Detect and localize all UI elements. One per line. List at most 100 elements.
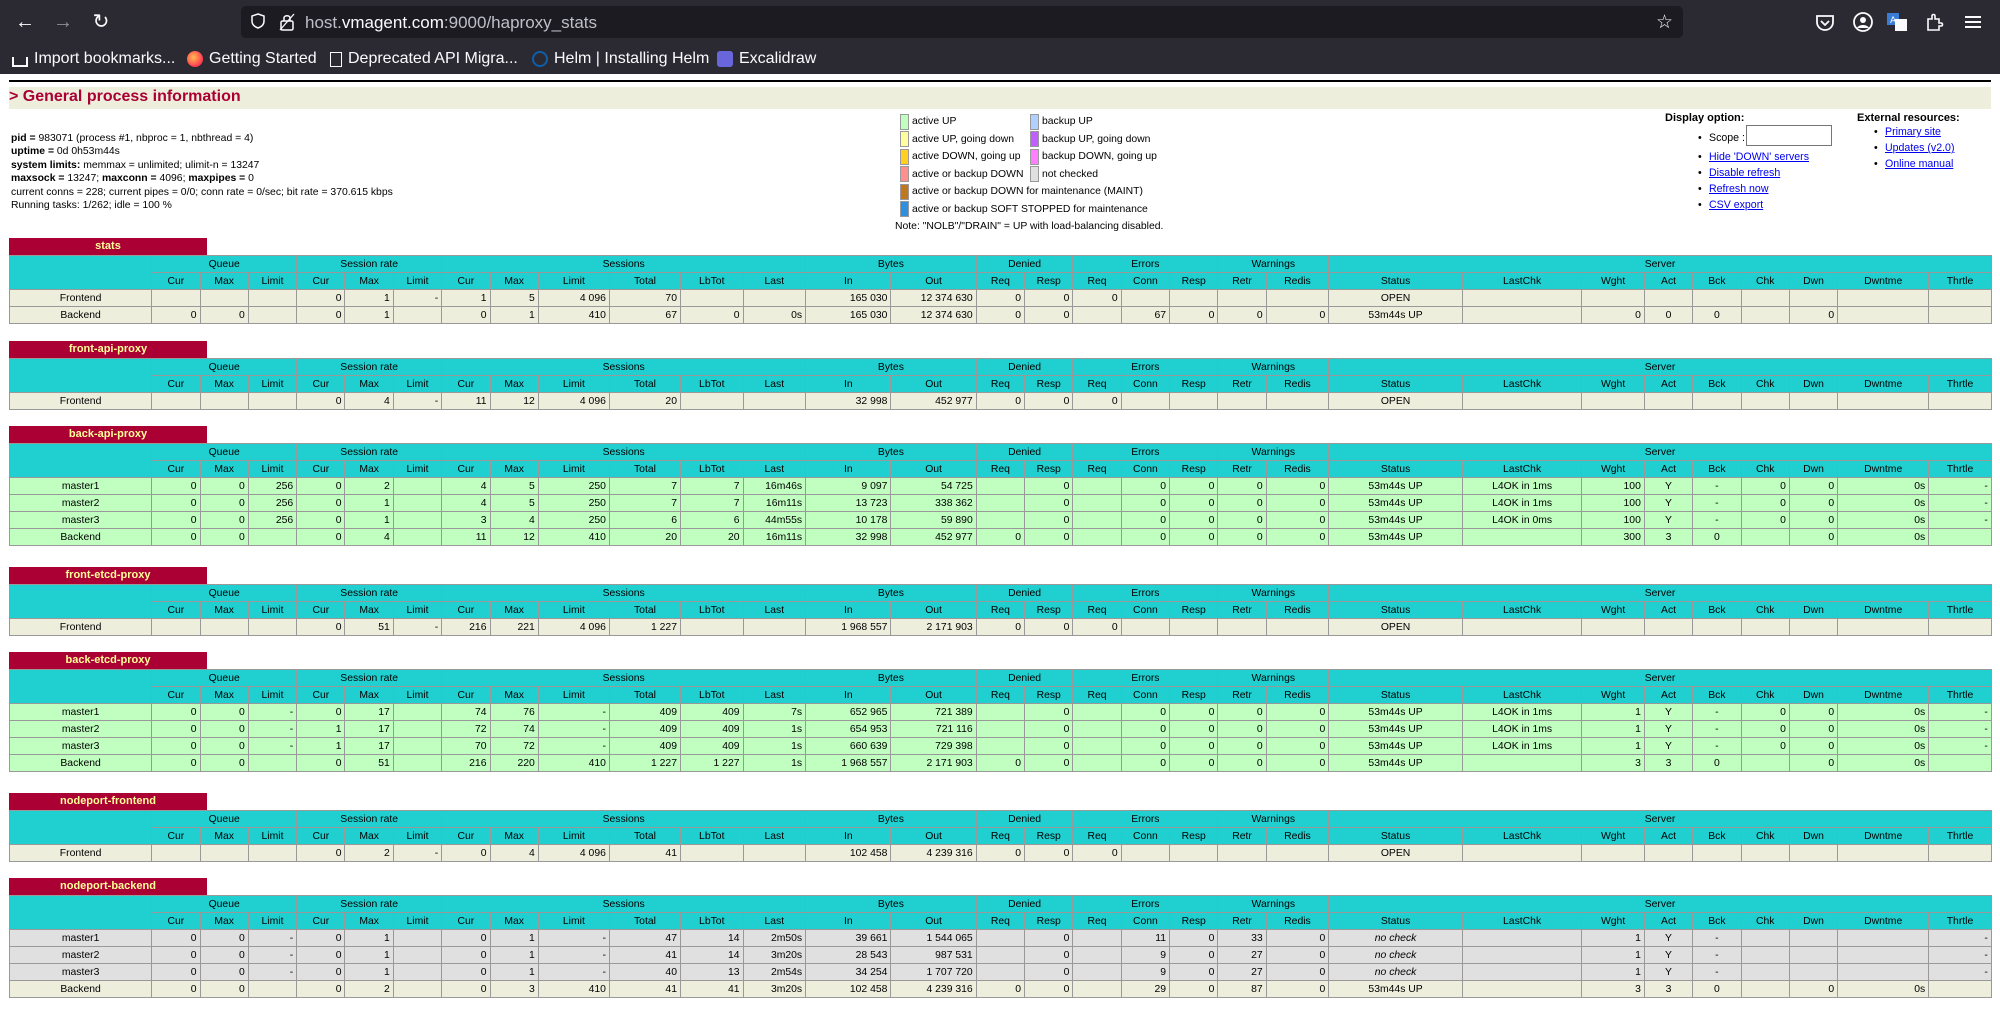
table-cell bbox=[392, 980, 443, 998]
table-cell: 0 bbox=[1643, 306, 1694, 324]
column-header: In bbox=[805, 912, 892, 930]
table-cell: 250 bbox=[537, 477, 610, 495]
menu-icon[interactable] bbox=[1960, 9, 1986, 35]
table-cell bbox=[1072, 963, 1122, 981]
table-cell: 0 bbox=[1169, 754, 1219, 772]
column-header: Req bbox=[975, 601, 1026, 619]
table-cell bbox=[392, 720, 443, 738]
column-header: Limit bbox=[247, 375, 298, 393]
table-cell bbox=[975, 929, 1026, 947]
back-arrow-icon[interactable]: ← bbox=[10, 8, 40, 36]
legend-item: active DOWN, going up bbox=[900, 148, 1021, 166]
table-cell bbox=[1461, 528, 1583, 546]
external-link[interactable]: Primary site bbox=[1873, 124, 1960, 140]
table-cell: 53m44s UP bbox=[1328, 477, 1463, 495]
external-link[interactable]: Updates (v2.0) bbox=[1873, 140, 1960, 156]
account-icon[interactable] bbox=[1850, 9, 1876, 35]
table-cell: 0 bbox=[975, 980, 1026, 998]
table-cell: 53m44s UP bbox=[1328, 494, 1463, 512]
table-cell: 410 bbox=[537, 528, 610, 546]
table-cell: 0 bbox=[151, 511, 201, 529]
pocket-icon[interactable] bbox=[1812, 9, 1838, 35]
table-cell: - bbox=[1692, 494, 1742, 512]
table-cell: 0 bbox=[1169, 980, 1219, 998]
shield-icon[interactable] bbox=[251, 13, 265, 29]
insecure-lock-icon[interactable] bbox=[279, 13, 295, 31]
column-header: Conn bbox=[1120, 686, 1171, 704]
display-link[interactable]: CSV export bbox=[1697, 197, 1809, 213]
group-header: Session rate bbox=[296, 895, 443, 913]
table-row: master3 0 0-0 1 0 1-40 13 2m54s 34 254 1 707 720 0… bbox=[8, 963, 1992, 981]
external-link[interactable]: Online manual bbox=[1873, 156, 1960, 172]
table-cell bbox=[392, 754, 443, 772]
column-header: Limit bbox=[537, 912, 610, 930]
bookmark-import[interactable]: Import bookmarks... bbox=[12, 48, 175, 70]
row-name: Backend bbox=[8, 980, 153, 998]
table-cell bbox=[975, 494, 1026, 512]
table-cell: 0 bbox=[1740, 737, 1790, 755]
table-cell bbox=[1461, 929, 1583, 947]
bookmark-excalidraw[interactable]: Excalidraw bbox=[717, 48, 816, 70]
table-cell: 11 bbox=[441, 392, 491, 410]
bookmark-getting-started[interactable]: Getting Started bbox=[187, 48, 317, 70]
group-header: Sessions bbox=[441, 669, 807, 687]
translate-icon[interactable]: A bbox=[1884, 9, 1910, 35]
table-cell bbox=[1643, 844, 1694, 862]
table-cell bbox=[1740, 929, 1790, 947]
limits-line: system limits: memmax = unlimited; ulimi… bbox=[11, 159, 260, 171]
table-cell bbox=[1788, 929, 1839, 947]
display-link[interactable]: Disable refresh bbox=[1697, 165, 1809, 181]
table-row: master2 0 0-1 17 72 74-409 409 1s 654 953 721 116… bbox=[8, 720, 1992, 738]
table-cell: 1 bbox=[344, 494, 394, 512]
display-link[interactable]: Hide 'DOWN' servers bbox=[1697, 149, 1809, 165]
proxy-table: Queue Session rate Sessions Bytes Denied Erro… bbox=[8, 255, 1992, 324]
table-cell: 0 bbox=[151, 929, 201, 947]
column-header: Redis bbox=[1265, 460, 1330, 478]
table-cell: 410 bbox=[537, 980, 610, 998]
column-header: Conn bbox=[1120, 460, 1171, 478]
forward-arrow-icon[interactable]: → bbox=[48, 8, 78, 36]
firefox-icon bbox=[187, 51, 203, 67]
table-cell: 0 bbox=[1217, 477, 1267, 495]
group-header: Warnings bbox=[1217, 443, 1330, 461]
column-header: Act bbox=[1643, 375, 1694, 393]
table-cell: 1 bbox=[489, 929, 539, 947]
bookmark-deprecated-api[interactable]: Deprecated API Migra... bbox=[330, 48, 518, 70]
table-cell: L4OK in 0ms bbox=[1461, 511, 1583, 529]
table-cell bbox=[1265, 392, 1330, 410]
url-text[interactable]: host.vmagent.com:9000/haproxy_stats bbox=[305, 13, 597, 33]
table-cell bbox=[1788, 963, 1839, 981]
column-header: Chk bbox=[1740, 272, 1790, 290]
table-cell: - bbox=[247, 929, 298, 947]
column-header: Cur bbox=[151, 827, 201, 845]
column-header: Limit bbox=[392, 375, 443, 393]
group-header: Server bbox=[1328, 358, 1992, 376]
group-header: Session rate bbox=[296, 443, 443, 461]
url-bar[interactable]: host.vmagent.com:9000/haproxy_stats ☆ bbox=[241, 6, 1683, 38]
scope-input[interactable] bbox=[1746, 125, 1832, 146]
table-cell: OPEN bbox=[1328, 844, 1463, 862]
table-cell: 0 bbox=[441, 963, 491, 981]
header-blank bbox=[8, 443, 153, 478]
table-cell: 1 968 557 bbox=[805, 618, 892, 636]
reload-icon[interactable]: ↻ bbox=[86, 8, 116, 36]
bookmark-helm[interactable]: Helm | Installing Helm bbox=[532, 48, 709, 70]
column-header: Max bbox=[344, 912, 394, 930]
column-header: Conn bbox=[1120, 827, 1171, 845]
column-header: Status bbox=[1328, 375, 1463, 393]
display-link[interactable]: Refresh now bbox=[1697, 181, 1809, 197]
table-cell: 41 bbox=[679, 980, 744, 998]
column-header: Thrtle bbox=[1928, 686, 1992, 704]
table-cell: 20 bbox=[679, 528, 744, 546]
column-header: Dwntme bbox=[1837, 827, 1930, 845]
column-header: Total bbox=[608, 686, 681, 704]
proxy-table: Queue Session rate Sessions Bytes Denied Erro… bbox=[8, 669, 1992, 772]
extensions-icon[interactable] bbox=[1922, 9, 1948, 35]
bookmark-star-icon[interactable]: ☆ bbox=[1656, 11, 1673, 34]
column-header: Resp bbox=[1024, 912, 1074, 930]
table-cell: 1 968 557 bbox=[805, 754, 892, 772]
table-cell: - bbox=[1928, 511, 1992, 529]
column-header: LastChk bbox=[1461, 375, 1583, 393]
table-cell bbox=[1740, 980, 1790, 998]
legend-label: not checked bbox=[1042, 168, 1099, 180]
